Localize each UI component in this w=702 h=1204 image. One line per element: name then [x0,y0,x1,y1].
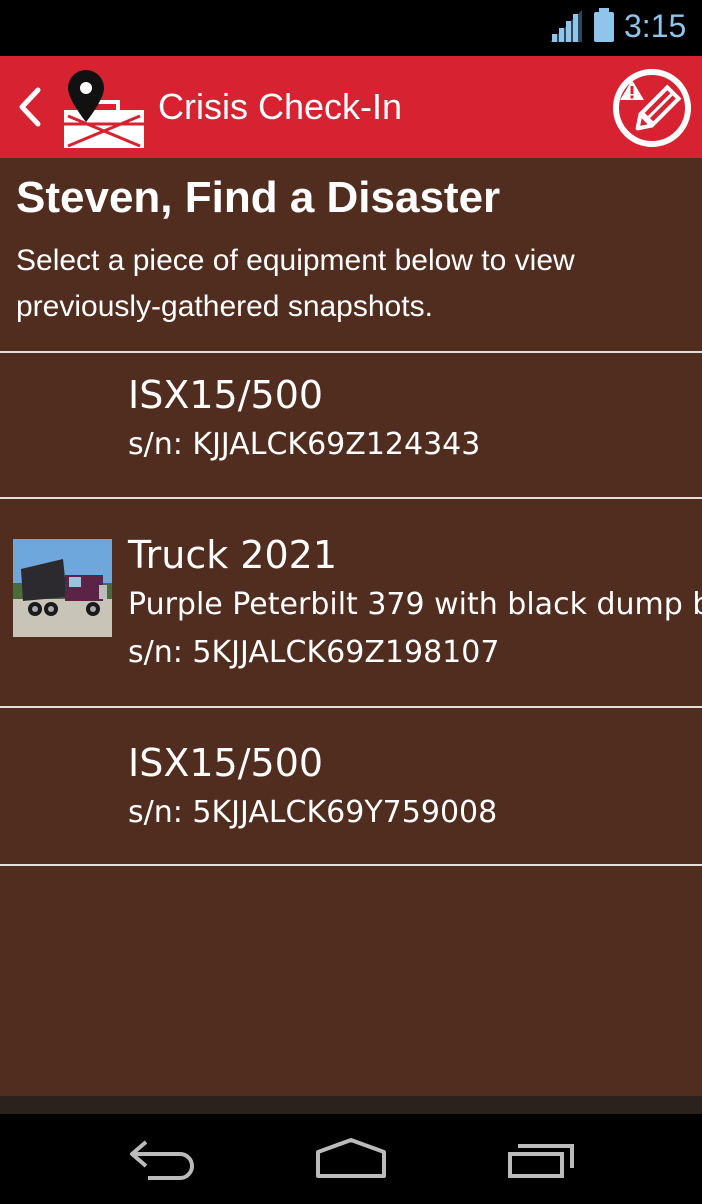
recents-icon[interactable] [496,1132,586,1188]
map-pin-briefcase-icon [64,70,144,148]
page-subtitle: Select a piece of equipment below to vie… [16,238,686,330]
status-bar: 3:15 [0,0,702,56]
equipment-name: ISX15/500 [128,373,324,417]
signal-icon [550,10,582,42]
truck-photo [13,539,112,637]
equipment-name: Truck 2021 [128,533,338,577]
warning-pencil-icon[interactable] [612,68,692,148]
navigation-bar [0,1114,702,1204]
page-header: Steven, Find a Disaster Select a piece o… [16,170,686,330]
app-bar: Crisis Check-In [0,56,702,158]
battery-icon [594,8,614,42]
home-icon[interactable] [306,1132,396,1188]
equipment-item-truck-2021[interactable]: Truck 2021 Purple Peterbilt 379 with bla… [0,499,702,706]
equipment-serial: s/n: KJJALCK69Z124343 [128,427,481,462]
equipment-item-isx15-2[interactable]: ISX15/500 s/n: 5KJJALCK69Y759008 [0,708,702,864]
equipment-serial: s/n: 5KJJALCK69Z198107 [128,635,500,670]
page-title: Steven, Find a Disaster [16,173,501,222]
equipment-description: Purple Peterbilt 379 with black dump b [128,587,702,622]
list-divider [0,864,702,866]
page-subtitle-line1: Select a piece of equipment below to vie… [16,244,575,277]
status-clock: 3:15 [624,8,687,44]
page-subtitle-line2: previously-gathered snapshots. [16,290,433,323]
equipment-serial: s/n: 5KJJALCK69Y759008 [128,795,498,830]
chevron-left-icon[interactable] [14,86,46,128]
navbar-shadow [0,1096,702,1114]
equipment-name: ISX15/500 [128,741,324,785]
app-title: Crisis Check-In [158,86,403,127]
equipment-item-isx15-1[interactable]: ISX15/500 s/n: KJJALCK69Z124343 [0,353,702,497]
back-arrow-icon[interactable] [118,1132,208,1188]
